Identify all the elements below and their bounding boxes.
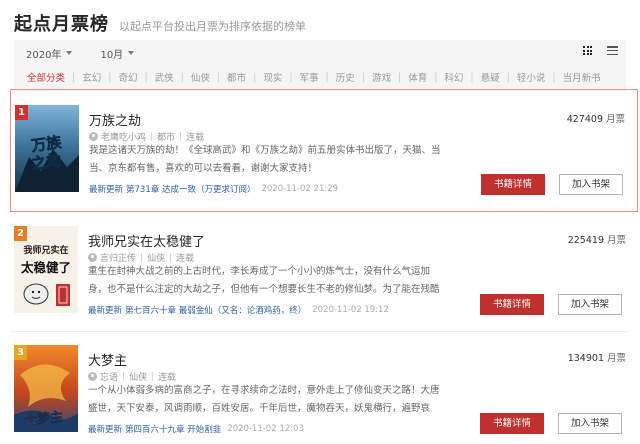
vote-unit: 月票	[606, 235, 626, 246]
meta-separator: |	[140, 252, 144, 263]
category-tab[interactable]: 轻小说	[510, 70, 553, 84]
user-icon	[89, 132, 98, 141]
category-tab[interactable]: 科幻	[437, 70, 470, 84]
latest-update-label: 最新更新	[89, 185, 124, 195]
meta-separator: |	[150, 131, 154, 142]
book-title[interactable]: 万族之劫	[89, 110, 141, 129]
cover-text-top: 我师兄实在	[23, 244, 68, 256]
user-icon	[88, 253, 97, 262]
book-detail-button[interactable]: 书籍详情	[481, 174, 545, 195]
page-header: 起点月票榜 以起点平台投出月票为排序依据的榜单	[14, 10, 306, 35]
update-time: 2020-11-02 21:29	[261, 184, 339, 194]
year-select-value: 2020年	[26, 49, 62, 61]
update-time: 2020-11-02 12:03	[227, 424, 304, 434]
latest-chapter-link[interactable]: 第四百六十九章 开始割韭	[125, 423, 221, 435]
book-detail-button[interactable]: 书籍详情	[480, 294, 544, 315]
filter-bar: 2020年 10月 全部分类 | 玄幻 | 奇幻 | 武侠 | 仙侠 | 都市 | 现实 | …	[14, 40, 626, 92]
year-select[interactable]: 2020年	[26, 46, 73, 61]
vote-unit: 月票	[605, 114, 625, 125]
category-tab[interactable]: 军事	[293, 70, 326, 84]
month-select[interactable]: 10月	[100, 46, 135, 61]
latest-update-label: 最新更新	[88, 306, 123, 316]
book-cover[interactable]: 我师兄实在 太稳健了 2	[14, 226, 78, 313]
add-to-shelf-button[interactable]: 加入书架	[558, 413, 622, 434]
latest-update: 最新更新 第四百六十九章 开始割韭 2020-11-02 12:03	[88, 423, 304, 435]
category-tab[interactable]: 现实	[256, 70, 289, 84]
book-description: 我是这诸天万族的劫！《全球高武》和《万族之劫》前五册实体书出版了，天猫、当当、京…	[89, 145, 441, 174]
category-tab[interactable]: 武侠	[148, 70, 181, 84]
latest-update: 最新更新 第731章 达成一致（万更求订阅） 2020-11-02 21:29	[89, 183, 338, 195]
cover-text-main: 太稳健了	[21, 260, 71, 275]
vote-count: 427409 月票	[567, 111, 625, 125]
vote-number: 225419	[567, 235, 604, 246]
book-title[interactable]: 我师兄实在太稳健了	[88, 231, 205, 250]
month-select-value: 10月	[100, 49, 124, 61]
rank-badge: 1	[15, 105, 28, 120]
rank-badge: 3	[14, 345, 27, 360]
category-tabs: 全部分类 | 玄幻 | 奇幻 | 武侠 | 仙侠 | 都市 | 现实 | 军事 | 历史 | 游戏…	[20, 70, 608, 85]
category-tab[interactable]: 游戏	[365, 70, 398, 84]
category-tab[interactable]: 体育	[401, 70, 434, 84]
book-detail-button[interactable]: 书籍详情	[480, 413, 544, 434]
book-cover[interactable]: 万族 之劫 1	[15, 105, 79, 192]
book-item: 大梦主 3 大梦主 忘语 | 仙侠 | 连载 一个从小体弱多病的富商之子，在寻求…	[10, 332, 638, 444]
book-description: 一个从小体弱多病的富商之子，在寻求续命之法时，意外走上了修仙变天之路！大唐盛世，…	[88, 385, 440, 414]
category-tab-all[interactable]: 全部分类	[20, 70, 72, 84]
book-item: 我师兄实在 太稳健了 2 我师兄实在太稳健了 言归正传 | 仙侠 | 连载 重生…	[10, 212, 638, 332]
book-description: 重生在封神大战之前的上古时代，李长寿成了一个小小的炼气士，没有什么气运加身，也不…	[88, 266, 440, 295]
category-tab[interactable]: 当月新书	[556, 70, 608, 84]
category-tab[interactable]: 悬疑	[474, 70, 507, 84]
latest-chapter-link[interactable]: 第七百六十章 最弱金仙（又名：论酒鸡药，终）	[125, 304, 306, 316]
meta-separator: |	[169, 252, 173, 263]
vote-unit: 月票	[606, 353, 626, 364]
user-icon	[88, 372, 97, 381]
book-cover[interactable]: 大梦主 3	[14, 345, 78, 432]
page-subtitle: 以起点平台投出月票为排序依据的榜单	[119, 20, 306, 33]
category-tab[interactable]: 历史	[329, 70, 362, 84]
add-to-shelf-button[interactable]: 加入书架	[559, 174, 623, 195]
meta-separator: |	[122, 371, 126, 382]
latest-update-label: 最新更新	[88, 425, 123, 435]
book-title[interactable]: 大梦主	[88, 350, 127, 369]
category-tab[interactable]: 仙侠	[184, 70, 217, 84]
latest-update: 最新更新 第七百六十章 最弱金仙（又名：论酒鸡药，终） 2020-11-02 1…	[88, 304, 389, 316]
update-time: 2020-11-02 19:12	[312, 305, 389, 315]
grid-view-icon[interactable]	[583, 46, 593, 55]
list-view-icon[interactable]	[607, 46, 618, 55]
vote-count: 225419 月票	[568, 232, 626, 246]
chevron-down-icon	[128, 51, 135, 55]
latest-chapter-link[interactable]: 第731章 达成一致（万更求订阅）	[126, 183, 255, 195]
meta-separator: |	[179, 131, 183, 142]
meta-separator: |	[151, 371, 155, 382]
book-item: 万族 之劫 1 万族之劫 老鹰吃小鸡 | 都市 | 连载 我是这诸天万族的劫！《…	[10, 89, 638, 212]
add-to-shelf-button[interactable]: 加入书架	[558, 294, 622, 315]
vote-number: 134901	[567, 353, 604, 364]
rank-badge: 2	[14, 226, 27, 241]
category-tab[interactable]: 奇幻	[111, 70, 144, 84]
category-tab[interactable]: 玄幻	[75, 70, 108, 84]
vote-number: 427409	[566, 114, 603, 125]
category-tab[interactable]: 都市	[220, 70, 253, 84]
vote-count: 134901 月票	[568, 350, 626, 364]
page-title: 起点月票榜	[14, 14, 109, 35]
chevron-down-icon	[66, 51, 73, 55]
